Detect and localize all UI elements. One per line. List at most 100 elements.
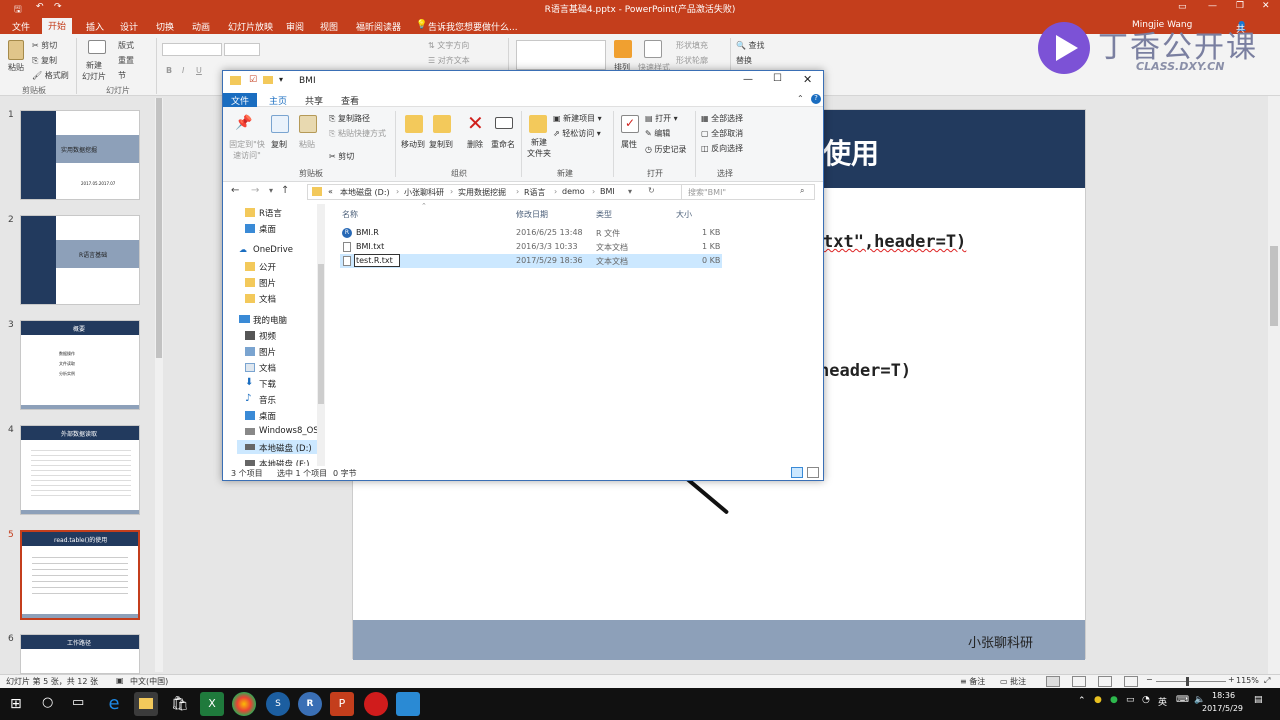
- zoom-slider-thumb[interactable]: [1186, 677, 1189, 686]
- column-header-type[interactable]: 类型: [596, 209, 612, 220]
- close-button[interactable]: ✕: [1262, 1, 1270, 11]
- task-view-icon[interactable]: ▭: [72, 695, 84, 710]
- start-windows-icon[interactable]: ⊞: [10, 696, 22, 712]
- slide-scrollbar[interactable]: [1268, 96, 1280, 674]
- fit-slide-icon[interactable]: ⤢: [1264, 676, 1270, 686]
- collapse-ribbon-icon[interactable]: ⌃: [797, 94, 804, 103]
- nav-item-drive-d[interactable]: 本地磁盘 (D:): [237, 440, 317, 454]
- tab-home[interactable]: 主页: [269, 94, 287, 107]
- easy-access-button[interactable]: ⇗ 轻松访问 ▾: [553, 128, 601, 139]
- slideshow-view-icon[interactable]: [1124, 676, 1138, 687]
- paste-shortcut-button[interactable]: ⎘ 粘贴快捷方式: [329, 128, 386, 139]
- shape-fill-button[interactable]: 形状填充: [676, 40, 708, 51]
- zoom-slider[interactable]: [1156, 681, 1226, 682]
- slide-thumbnail-6[interactable]: 工作路径: [20, 634, 140, 674]
- breadcrumb-item[interactable]: BMI: [600, 187, 615, 196]
- notes-button[interactable]: ≡ 备注: [960, 676, 985, 687]
- slide-thumbnail-4[interactable]: 外部数据读取: [20, 425, 140, 515]
- forward-icon[interactable]: →: [251, 185, 259, 196]
- spellcheck-icon[interactable]: ▣: [116, 676, 124, 685]
- shapes-gallery[interactable]: [516, 40, 606, 70]
- zoom-out-icon[interactable]: −: [1146, 675, 1153, 684]
- ribbon-display-icon[interactable]: ▭: [1178, 2, 1187, 12]
- breadcrumb-item[interactable]: 实用数据挖掘: [458, 187, 506, 198]
- battery-icon[interactable]: ▭: [1126, 695, 1135, 705]
- remote-desktop-icon[interactable]: [396, 692, 420, 716]
- open-button[interactable]: ▤ 打开 ▾: [645, 113, 678, 124]
- help-icon[interactable]: ?: [811, 94, 821, 104]
- language-indicator[interactable]: 中文(中国): [130, 676, 168, 687]
- replace-button[interactable]: 替换: [736, 55, 752, 66]
- tab-review[interactable]: 审阅: [286, 20, 304, 33]
- slide-thumbnail-5[interactable]: read.table()的使用: [20, 530, 140, 620]
- file-explorer-taskbar-icon[interactable]: [134, 692, 158, 716]
- ime-indicator[interactable]: 英: [1158, 695, 1167, 708]
- r-icon[interactable]: R: [298, 692, 322, 716]
- tell-me-input[interactable]: 告诉我您想要做什么...: [428, 20, 518, 33]
- file-row-bmi-r[interactable]: R BMI.R 2016/6/25 13:48 R 文件 1 KB: [340, 226, 722, 240]
- up-icon[interactable]: ↑: [281, 185, 289, 196]
- new-slide-button[interactable]: 新建 幻灯片: [82, 60, 106, 82]
- paste-button[interactable]: 粘贴: [8, 62, 24, 73]
- tab-view[interactable]: 查看: [341, 94, 359, 107]
- font-family-select[interactable]: [162, 43, 222, 56]
- invert-selection-button[interactable]: ◫ 反向选择: [701, 143, 743, 154]
- breadcrumb-item[interactable]: demo: [562, 187, 585, 196]
- scrollbar-thumb[interactable]: [318, 264, 324, 404]
- zoom-level[interactable]: 115%: [1236, 676, 1259, 685]
- cut-button[interactable]: ✂ 剪切: [32, 40, 57, 51]
- clock-time[interactable]: 18:36: [1212, 691, 1235, 700]
- column-header-size[interactable]: 大小: [676, 209, 692, 220]
- tray-app-icon[interactable]: ●: [1094, 695, 1102, 705]
- large-icons-view-icon[interactable]: [807, 467, 819, 478]
- back-icon[interactable]: ←: [231, 185, 239, 196]
- tab-share[interactable]: 共享: [305, 94, 323, 107]
- new-item-button[interactable]: ▣ 新建项目 ▾: [553, 113, 602, 124]
- maximize-button[interactable]: ☐: [773, 73, 782, 84]
- underline-icon[interactable]: U: [196, 66, 202, 75]
- tab-transitions[interactable]: 切换: [156, 20, 174, 33]
- code-line-1[interactable]: txt",header=T): [823, 232, 966, 252]
- layout-button[interactable]: 版式: [118, 40, 134, 51]
- tab-insert[interactable]: 插入: [86, 20, 104, 33]
- tab-file[interactable]: 文件: [223, 93, 257, 107]
- new-folder-quick-icon[interactable]: [263, 76, 273, 84]
- breadcrumb-item[interactable]: 本地磁盘 (D:): [340, 187, 390, 198]
- minimize-button[interactable]: —: [1208, 1, 1217, 11]
- slide-thumbnail-3[interactable]: 概要 数据操作 文件读取 分析实例: [20, 320, 140, 410]
- search-input[interactable]: 搜索"BMI" ⌕: [681, 184, 815, 200]
- font-size-select[interactable]: [224, 43, 260, 56]
- file-row-bmi-txt[interactable]: BMI.txt 2016/3/3 10:33 文本文档 1 KB: [340, 240, 722, 254]
- find-button[interactable]: 🔍 查找: [736, 40, 765, 51]
- properties-button[interactable]: 属性: [621, 139, 637, 150]
- reading-view-icon[interactable]: [1098, 676, 1112, 687]
- copy-path-button[interactable]: ⎘ 复制路径: [329, 113, 370, 124]
- tab-home[interactable]: 开始: [42, 18, 73, 34]
- slide-thumbnail-1[interactable]: 实用数据挖掘 2017.05.2017.07: [20, 110, 140, 200]
- refresh-icon[interactable]: ↻: [648, 186, 655, 195]
- show-hidden-icons[interactable]: ⌃: [1078, 696, 1086, 706]
- move-to-button[interactable]: 移动到: [401, 139, 425, 150]
- edit-button[interactable]: ✎ 编辑: [645, 128, 670, 139]
- breadcrumb-overflow[interactable]: «: [328, 187, 333, 196]
- tab-slideshow[interactable]: 幻灯片放映: [228, 20, 273, 33]
- properties-quick-icon[interactable]: ☑: [249, 75, 257, 85]
- details-view-icon[interactable]: [791, 467, 803, 478]
- clock-date[interactable]: 2017/5/29: [1202, 704, 1243, 713]
- navigation-scrollbar[interactable]: [317, 204, 325, 466]
- copy-to-button[interactable]: 复制到: [429, 139, 453, 150]
- reset-button[interactable]: 重置: [118, 55, 134, 66]
- edge-browser-icon[interactable]: e: [102, 692, 126, 716]
- file-row-test-r-txt[interactable]: test.R.txt 2017/5/29 18:36 文本文档 0 KB: [340, 254, 722, 268]
- column-header-name[interactable]: 名称: [342, 209, 358, 220]
- new-folder-button[interactable]: 新建 文件夹: [527, 137, 551, 159]
- delete-button[interactable]: 删除: [467, 139, 483, 150]
- tab-file[interactable]: 文件: [12, 20, 30, 33]
- rename-input[interactable]: test.R.txt: [354, 254, 400, 267]
- excel-icon[interactable]: X: [200, 692, 224, 716]
- align-text-button[interactable]: ☰ 对齐文本: [428, 55, 470, 66]
- tab-animations[interactable]: 动画: [192, 20, 210, 33]
- shape-outline-button[interactable]: 形状轮廓: [676, 55, 708, 66]
- thumbnail-scrollbar[interactable]: [155, 98, 163, 672]
- chrome-icon[interactable]: [232, 692, 256, 716]
